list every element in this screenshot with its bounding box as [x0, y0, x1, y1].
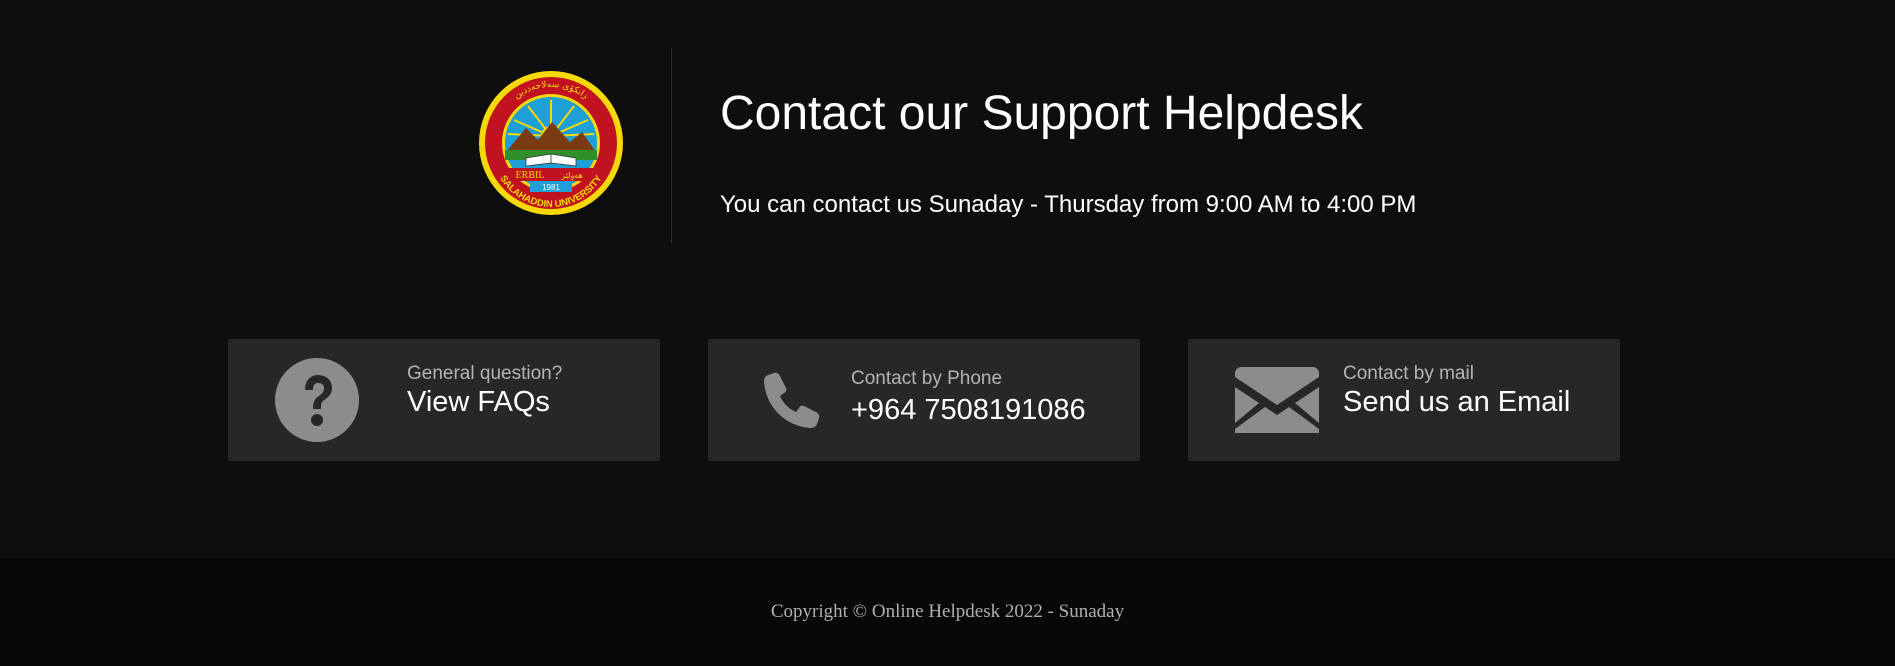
helpdesk-contact-page: ERBIL هەولێر 1981 زانكۆی سەلاحەددین SALA…	[0, 0, 1895, 666]
university-logo: ERBIL هەولێر 1981 زانكۆی سەلاحەددین SALA…	[479, 71, 623, 215]
phone-card-label: Contact by Phone	[851, 368, 1003, 389]
logo-city-ku: هەولێر	[560, 171, 583, 180]
phone-card[interactable]: Contact by Phone +964 7508191086	[708, 339, 1140, 461]
faq-card[interactable]: General question? View FAQs	[228, 339, 660, 461]
logo-year: 1981	[542, 183, 560, 192]
question-circle-icon	[275, 358, 359, 442]
envelope-icon	[1235, 367, 1319, 433]
send-email-link[interactable]: Send us an Email	[1343, 385, 1570, 419]
logo-city-en: ERBIL	[516, 170, 545, 181]
phone-number-link[interactable]: +964 7508191086	[851, 393, 1086, 427]
faq-card-label: General question?	[407, 363, 563, 384]
copyright-text: Copyright © Online Helpdesk 2022 - Sunad…	[770, 601, 1125, 622]
header-divider	[671, 48, 672, 243]
support-hours-text: You can contact us Sunaday - Thursday fr…	[720, 191, 1417, 218]
email-card[interactable]: Contact by mail Send us an Email	[1188, 339, 1620, 461]
view-faqs-link[interactable]: View FAQs	[407, 385, 550, 419]
phone-icon	[764, 372, 820, 428]
email-card-label: Contact by mail	[1343, 363, 1474, 384]
page-title: Contact our Support Helpdesk	[720, 87, 1364, 140]
